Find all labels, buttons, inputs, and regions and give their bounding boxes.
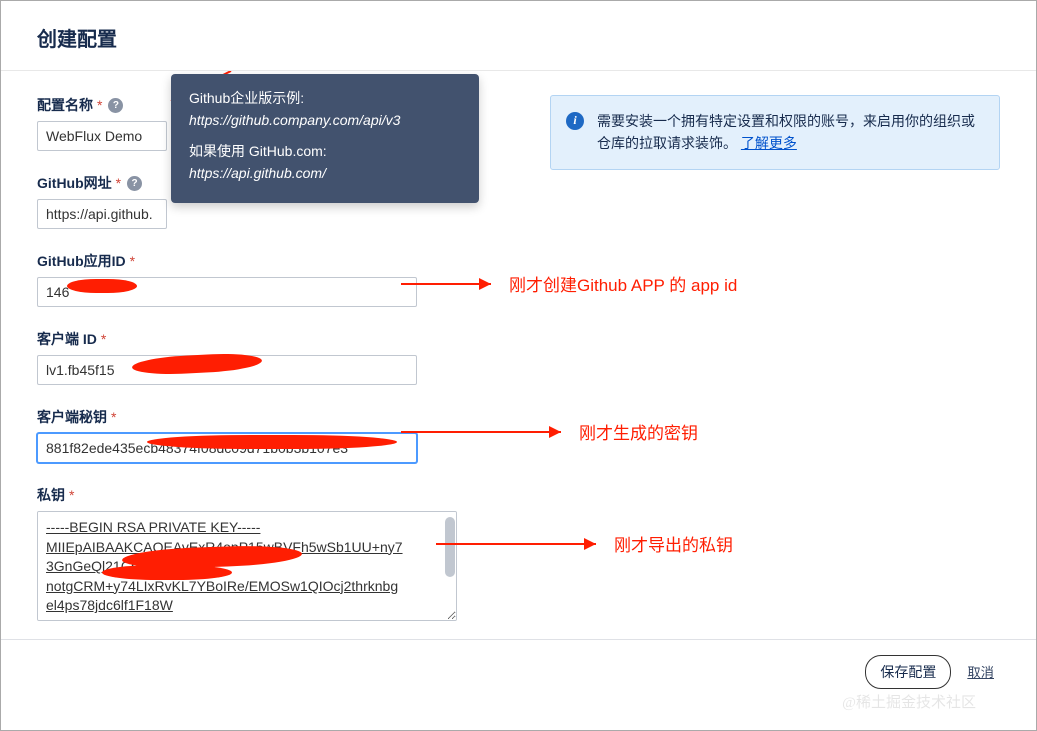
cancel-button[interactable]: 取消	[961, 661, 1000, 682]
label-config-name: 配置名称	[37, 95, 93, 115]
annotation: 刚才创建Github APP 的 app id	[401, 271, 737, 296]
modal-header: 创建配置	[1, 1, 1036, 71]
page-title: 创建配置	[37, 29, 117, 51]
modal-body: i 需要安装一个拥有特定设置和权限的账号，来启用你的组织或仓库的拉取请求装饰。 …	[1, 71, 1036, 639]
arrow-icon	[401, 422, 571, 442]
annotation-text: 刚才创建Github APP 的 app id	[509, 271, 737, 296]
label-client-id: 客户端 ID	[37, 329, 97, 349]
field-client-secret: 客户端秘钥 *	[37, 407, 417, 463]
label-private-key: 私钥	[37, 485, 65, 505]
help-icon[interactable]: ?	[108, 98, 123, 113]
github-app-id-input[interactable]	[37, 277, 417, 307]
help-icon[interactable]: ?	[127, 176, 142, 191]
arrow-icon	[436, 534, 606, 554]
annotation-text: 刚才导出的私钥	[614, 531, 733, 556]
field-client-id: 客户端 ID *	[37, 329, 417, 385]
annotation: 刚才生成的密钥	[401, 419, 698, 444]
required-asterisk: *	[69, 487, 74, 503]
required-asterisk: *	[101, 331, 106, 347]
required-asterisk: *	[97, 97, 102, 113]
github-url-tooltip: Github企业版示例: https://github.company.com/…	[171, 74, 479, 203]
scrollbar[interactable]	[445, 517, 455, 577]
label-client-secret: 客户端秘钥	[37, 407, 107, 427]
modal-footer: 保存配置 取消	[1, 639, 1036, 703]
annotation-text: 刚才生成的密钥	[579, 419, 698, 444]
tooltip-line: https://api.github.com/	[189, 165, 326, 181]
info-icon: i	[566, 112, 584, 130]
tooltip-line: https://github.company.com/api/v3	[189, 112, 400, 128]
field-github-app-id: GitHub应用ID *	[37, 251, 417, 307]
label-github-url: GitHub网址	[37, 173, 112, 193]
required-asterisk: *	[111, 409, 116, 425]
annotation: 刚才导出的私钥	[436, 531, 733, 556]
save-button[interactable]: 保存配置	[865, 655, 951, 689]
modal-dialog: 创建配置 i 需要安装一个拥有特定设置和权限的账号，来启用你的组织或仓库的拉取请…	[0, 0, 1037, 731]
tooltip-line: 如果使用 GitHub.com:	[189, 141, 461, 163]
github-url-input[interactable]	[37, 199, 167, 229]
client-id-input[interactable]	[37, 355, 417, 385]
required-asterisk: *	[116, 175, 121, 191]
required-asterisk: *	[130, 253, 135, 269]
label-github-app-id: GitHub应用ID	[37, 251, 126, 271]
tooltip-line: Github企业版示例:	[189, 88, 461, 110]
client-secret-input[interactable]	[37, 433, 417, 463]
config-name-input[interactable]	[37, 121, 167, 151]
private-key-textarea[interactable]	[37, 511, 457, 621]
info-alert: i 需要安装一个拥有特定设置和权限的账号，来启用你的组织或仓库的拉取请求装饰。 …	[550, 95, 1000, 170]
field-private-key: 私钥 *	[37, 485, 457, 624]
learn-more-link[interactable]: 了解更多	[741, 135, 797, 151]
